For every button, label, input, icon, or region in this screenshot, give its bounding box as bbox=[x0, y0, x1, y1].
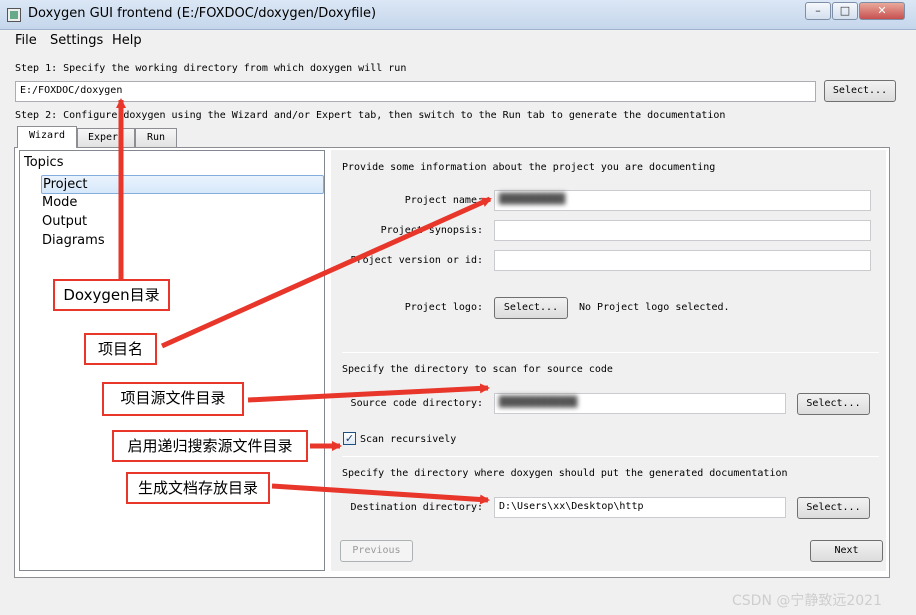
arrow-source-dir bbox=[247, 383, 490, 403]
annotation-project-name: 项目名 bbox=[84, 333, 157, 365]
annotation-doxygen-dir: Doxygen目录 bbox=[53, 279, 170, 311]
arrow-project-name bbox=[160, 196, 492, 349]
arrow-output-dir bbox=[271, 483, 490, 505]
watermark: CSDN @宁静致远2021 bbox=[732, 593, 882, 609]
annotation-source-dir: 项目源文件目录 bbox=[102, 382, 244, 416]
annotation-output-dir: 生成文档存放目录 bbox=[126, 472, 270, 504]
annotation-recursive: 启用递归搜索源文件目录 bbox=[112, 430, 308, 462]
